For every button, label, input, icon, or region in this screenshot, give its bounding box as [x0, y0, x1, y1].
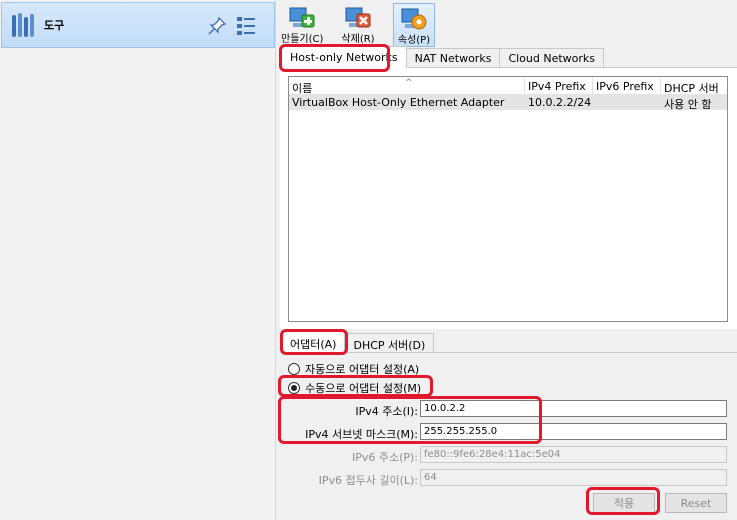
remove-label: 삭제(R): [341, 34, 375, 45]
tab-cloud-networks[interactable]: Cloud Networks: [499, 48, 605, 68]
ipv4-address-row: IPv4 주소(I):: [280, 400, 737, 419]
tab-nat-networks[interactable]: NAT Networks: [405, 48, 501, 68]
host-only-networks-panel: 이름 IPv4 Prefix IPv6 Prefix DHCP 서버 ^ Vir…: [280, 67, 737, 329]
create-label: 만들기(C): [281, 34, 324, 45]
toolbar: 만들기(C) 삭제(R) 속성(P): [277, 0, 737, 48]
ipv6-prefix-input[interactable]: [420, 469, 727, 486]
tab-dhcp-server[interactable]: DHCP 서버(D): [344, 333, 435, 353]
ipv4-address-input[interactable]: [420, 400, 727, 417]
cell-dhcp-server: 사용 안 함: [664, 98, 712, 110]
create-button[interactable]: 만들기(C): [281, 3, 323, 47]
pin-icon[interactable]: [208, 17, 226, 35]
ipv6-prefix-row: IPv6 접두사 길이(L):: [280, 469, 737, 488]
cell-ipv6-prefix: [593, 95, 661, 110]
manual-config-radio[interactable]: 수동으로 어댑터 설정(M): [288, 380, 421, 396]
manual-config-label: 수동으로 어댑터 설정(M): [305, 382, 422, 395]
column-header-ipv6-prefix[interactable]: IPv6 Prefix: [593, 77, 661, 94]
create-network-icon: [289, 7, 315, 28]
tab-host-only-networks[interactable]: Host-only Networks: [281, 46, 407, 68]
sort-ascending-icon: ^: [405, 78, 413, 88]
network-type-tabs: Host-only Networks NAT Networks Cloud Ne…: [281, 46, 605, 68]
table-header: 이름 IPv4 Prefix IPv6 Prefix DHCP 서버 ^: [289, 77, 727, 95]
ipv6-prefix-label: IPv6 접두사 길이(L):: [318, 474, 418, 487]
sidebar-item-tools[interactable]: 도구: [1, 2, 275, 48]
column-header-dhcp-server[interactable]: DHCP 서버: [661, 77, 727, 94]
column-header-ipv4-prefix[interactable]: IPv4 Prefix: [525, 77, 593, 94]
remove-network-icon: [345, 7, 371, 28]
apply-button[interactable]: 적용: [593, 493, 655, 513]
ipv4-mask-input[interactable]: [420, 423, 727, 440]
auto-config-radio[interactable]: 자동으로 어댑터 설정(A): [288, 361, 419, 377]
remove-button[interactable]: 삭제(R): [337, 3, 379, 47]
list-menu-icon[interactable]: [236, 15, 256, 37]
auto-config-label: 자동으로 어댑터 설정(A): [305, 363, 420, 376]
cell-name: VirtualBox Host-Only Ethernet Adapter: [292, 96, 505, 109]
properties-button[interactable]: 속성(P): [393, 3, 435, 47]
radio-unchecked-icon: [288, 363, 300, 375]
tab-adapter[interactable]: 어댑터(A): [281, 331, 346, 353]
sidebar: 도구: [0, 0, 276, 520]
ipv4-address-label: IPv4 주소(I):: [355, 405, 418, 418]
cell-ipv4-prefix: 10.0.2.2/24: [528, 96, 592, 109]
properties-icon: [401, 8, 427, 30]
ipv6-address-input[interactable]: [420, 446, 727, 463]
table-row[interactable]: VirtualBox Host-Only Ethernet Adapter 10…: [289, 95, 727, 110]
ipv4-mask-label: IPv4 서브넷 마스크(M):: [305, 428, 418, 441]
details-tabs: 어댑터(A) DHCP 서버(D): [281, 331, 435, 353]
tools-icon: [12, 11, 34, 39]
ipv6-address-label: IPv6 주소(P):: [351, 451, 418, 464]
networks-table: 이름 IPv4 Prefix IPv6 Prefix DHCP 서버 ^ Vir…: [288, 76, 728, 322]
ipv6-address-row: IPv6 주소(P):: [280, 446, 737, 465]
adapter-panel: 자동으로 어댑터 설정(A) 수동으로 어댑터 설정(M) IPv4 주소(I)…: [280, 352, 737, 520]
reset-button[interactable]: Reset: [665, 493, 727, 513]
virtualbox-network-manager: 도구 만들기(C) 삭제(R) 속성(P) Host-only Networks…: [0, 0, 737, 520]
radio-checked-icon: [288, 382, 300, 394]
ipv4-mask-row: IPv4 서브넷 마스크(M):: [280, 423, 737, 442]
sidebar-item-label: 도구: [44, 19, 65, 32]
